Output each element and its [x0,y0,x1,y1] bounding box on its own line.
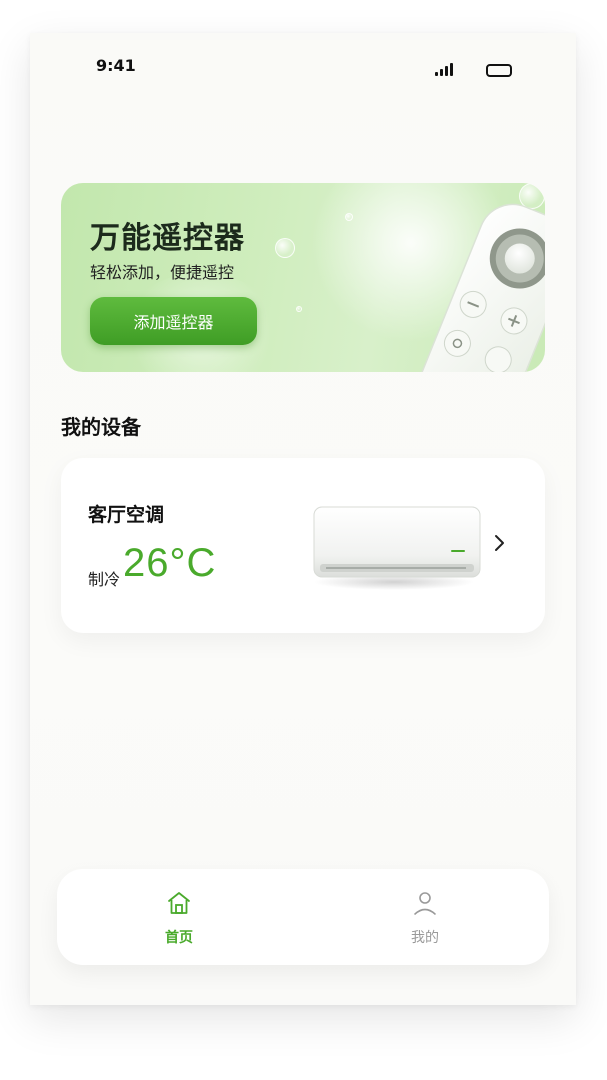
banner-bubble [296,306,302,312]
device-mode: 制冷 [88,570,121,589]
chevron-right-icon[interactable] [493,532,507,554]
tab-home-label: 首页 [165,930,193,946]
status-time: 9:41 [96,56,136,75]
tab-mine-label: 我的 [411,930,439,946]
banner-subtitle: 轻松添加，便捷遥控 [90,263,235,282]
tab-home[interactable]: 首页 [119,869,239,965]
section-title: 我的设备 [61,415,141,439]
device-temperature: 26°C [123,541,217,585]
device-name: 客厅空调 [88,504,165,526]
promo-banner: 万能遥控器 轻松添加，便捷遥控 添加遥控器 [61,183,545,372]
phone-screen: 9:41 万能遥控器 轻松添加，便捷遥控 添加遥控器 我的设备 客厅空调 制冷 … [30,33,576,1005]
banner-bubble [275,238,295,258]
home-icon [168,892,190,914]
tab-bar: 首页 我的 [57,869,549,965]
banner-bubble [345,213,353,221]
tab-mine[interactable]: 我的 [365,869,485,965]
device-card[interactable]: 客厅空调 制冷 26°C [61,458,545,633]
user-icon [414,892,436,915]
air-conditioner-icon [306,502,482,594]
signal-icon [435,62,457,76]
remote-control-icon [391,193,545,372]
add-remote-button[interactable]: 添加遥控器 [90,297,257,345]
battery-icon [486,64,512,77]
banner-title: 万能遥控器 [90,221,245,256]
